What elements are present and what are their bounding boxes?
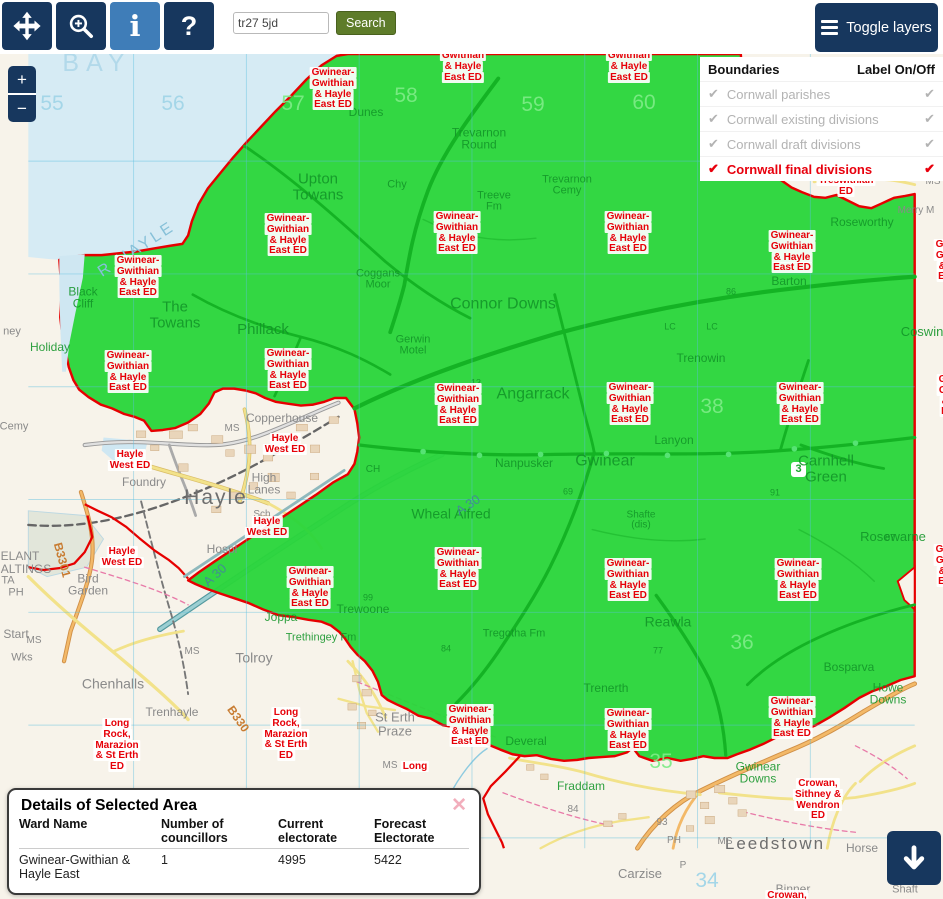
layer-check-icon[interactable]: ✔ (708, 86, 719, 102)
pan-down-button[interactable] (887, 831, 941, 885)
search-input[interactable] (233, 12, 329, 34)
info-icon: i (129, 9, 140, 43)
layer-label: Cornwall draft divisions (727, 137, 861, 152)
table-cell: 5422 (374, 853, 469, 881)
hamburger-icon (821, 20, 838, 35)
layer-check-icon[interactable]: ✔ (708, 111, 719, 127)
details-title: Details of Selected Area (21, 797, 479, 815)
pan-button[interactable] (2, 2, 52, 50)
layer-row[interactable]: ✔ Cornwall existing divisions ✔ (700, 106, 943, 131)
search-button[interactable]: Search (336, 11, 396, 35)
layer-row[interactable]: ✔ Cornwall final divisions ✔ (700, 156, 943, 181)
layer-label: Cornwall parishes (727, 87, 830, 102)
table-header-cell: Number of councillors (161, 817, 278, 845)
table-cell: 1 (161, 853, 278, 881)
table-cell: Gwinear-Gwithian & Hayle East (19, 853, 161, 881)
label-onoff-check-icon[interactable]: ✔ (924, 111, 935, 127)
layer-row[interactable]: ✔ Cornwall draft divisions ✔ (700, 131, 943, 156)
info-button[interactable]: i (110, 2, 160, 50)
table-row: Gwinear-Gwithian & Hayle East149955422 (19, 849, 469, 881)
label-onoff-check-icon[interactable]: ✔ (924, 161, 935, 177)
layer-label: Cornwall existing divisions (727, 112, 879, 127)
table-header-row: Ward NameNumber of councillorsCurrent el… (19, 817, 469, 849)
layer-check-icon[interactable]: ✔ (708, 136, 719, 152)
table-header-cell: Ward Name (19, 817, 161, 845)
help-icon: ? (181, 11, 198, 42)
table-cell: 4995 (278, 853, 374, 881)
close-icon[interactable]: ✕ (451, 797, 467, 815)
table-header-cell: Forecast Electorate (374, 817, 469, 845)
zoom-out-button[interactable]: − (8, 95, 36, 122)
toggle-layers-label: Toggle layers (846, 20, 931, 36)
label-onoff-check-icon[interactable]: ✔ (924, 136, 935, 152)
pan-icon (10, 9, 44, 43)
zoom-tool-button[interactable] (56, 2, 106, 50)
help-button[interactable]: ? (164, 2, 214, 50)
layers-panel-right-title: Label On/Off (857, 62, 935, 77)
magnifier-plus-icon (65, 10, 97, 42)
label-onoff-check-icon[interactable]: ✔ (924, 86, 935, 102)
table-header-cell: Current electorate (278, 817, 374, 845)
layer-check-icon[interactable]: ✔ (708, 161, 719, 177)
app: 3 BAYR HAYLE55565758596038363534Upton To… (0, 0, 943, 899)
layer-row[interactable]: ✔ Cornwall parishes ✔ (700, 81, 943, 106)
layers-panel-title: Boundaries (708, 62, 780, 77)
zoom-control: + − (8, 66, 36, 122)
details-table: Ward NameNumber of councillorsCurrent el… (19, 817, 469, 881)
layer-rows: ✔ Cornwall parishes ✔ ✔ Cornwall existing di… (700, 81, 943, 181)
zoom-in-button[interactable]: + (8, 66, 36, 93)
toggle-layers-button[interactable]: Toggle layers (815, 3, 938, 52)
down-arrow-icon (899, 843, 929, 873)
layers-panel: Boundaries Label On/Off ✔ Cornwall parish… (700, 57, 943, 181)
details-panel: Details of Selected Area ✕ Ward NameNumb… (7, 788, 481, 895)
layer-label: Cornwall final divisions (727, 162, 872, 177)
